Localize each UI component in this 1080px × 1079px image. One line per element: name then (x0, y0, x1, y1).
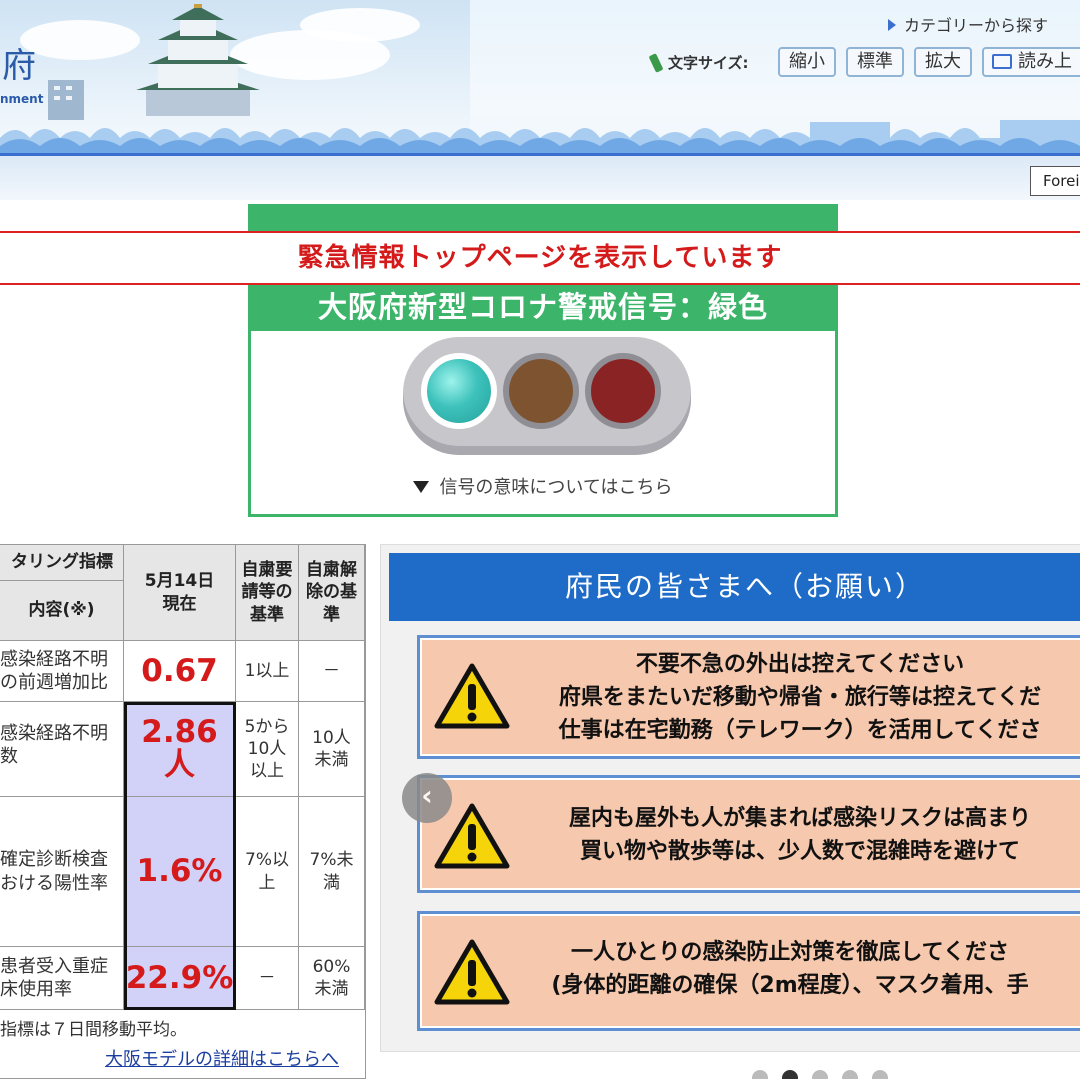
request-line: 仕事は在宅勤務（テレワーク）を活用してくださ (558, 718, 1042, 743)
row-release: 60% 未満 (299, 947, 365, 1010)
building-illustration (48, 80, 84, 120)
read-aloud-button[interactable]: 読み上 (982, 47, 1080, 77)
header-date: 5月14日 現在 (124, 545, 236, 641)
osaka-model-detail-link[interactable]: 大阪モデルの詳細はこちらへ (105, 1045, 339, 1071)
row-value-text: 0.67 (141, 652, 218, 689)
corona-signal-panel: 大阪府新型コロナ警戒信号：緑色 信号の意味についてはこちら (248, 285, 838, 517)
header-content: 内容(※) (0, 581, 124, 641)
signal-top-bar (248, 204, 838, 232)
request-line: (身体的距離の確保（2m程度）、マスク着用、手 (551, 973, 1029, 998)
carousel-dot[interactable] (812, 1070, 828, 1079)
osaka-castle-illustration (136, 4, 260, 116)
request-card: 不要不急の外出は控えてください 府県をまたいだ移動や帰省・旅行等は控えてくだ 仕… (417, 635, 1080, 759)
read-aloud-label: 読み上 (1018, 51, 1072, 72)
citizen-request-carousel: 府民の皆さまへ（お願い） 不要不急の外出は控えてください 府県をまたいだ移動や帰… (380, 544, 1080, 1052)
request-line: 買い物や散歩等は、少人数で混雑時を避けて (579, 839, 1020, 864)
font-size-label: 文字サイズ: (648, 52, 749, 73)
triangle-down-icon (413, 481, 430, 493)
red-lamp (585, 353, 661, 429)
category-search-label: カテゴリーから探す (904, 16, 1049, 35)
monitor-icon (992, 54, 1012, 69)
row-request: 1以上 (236, 641, 299, 702)
emergency-banner-text: 緊急情報トップページを表示しています (297, 243, 783, 273)
cloud (20, 20, 140, 60)
traffic-light-icon (403, 337, 691, 455)
carousel-dot[interactable] (842, 1070, 858, 1079)
request-line: 府県をまたいだ移動や帰省・旅行等は控えてくだ (558, 685, 1042, 710)
row-release: － (299, 641, 365, 702)
request-title: 府民の皆さまへ（お願い） (389, 553, 1080, 621)
signal-meaning-link[interactable]: 信号の意味についてはこちら (251, 473, 835, 499)
header-bottom-band (0, 156, 1080, 200)
row-content: 患者受入重症 床使用率 (0, 947, 124, 1010)
font-shrink-button[interactable]: 縮小 (778, 47, 836, 77)
row-request: 5から 10人 以上 (236, 702, 299, 797)
row-content: 感染経路不明 数 (0, 702, 124, 797)
font-enlarge-button[interactable]: 拡大 (914, 47, 972, 77)
request-card: 屋内も屋外も人が集まれば感染リスクは高まり 買い物や散歩等は、少人数で混雑時を避… (417, 775, 1080, 893)
request-card-text: 屋内も屋外も人が集まれば感染リスクは高まり 買い物や散歩等は、少人数で混雑時を避… (520, 802, 1080, 868)
monitoring-indicator-table: タリング指標 内容(※) 5月14日 現在 自粛要 請等の 基準 自粛解 除の基… (0, 544, 366, 1079)
row-content: 感染経路不明 の前週増加比 (0, 641, 124, 702)
pen-icon (648, 53, 664, 73)
request-line: 不要不急の外出は控えてください (635, 652, 965, 677)
site-logo[interactable]: 府 (2, 38, 37, 87)
site-logo-subtitle: nment (0, 92, 44, 106)
row-request: － (236, 947, 299, 1010)
request-card-text: 不要不急の外出は控えてください 府県をまたいだ移動や帰省・旅行等は控えてくだ 仕… (520, 648, 1080, 747)
row-content: 確定診断検査 おける陽性率 (0, 797, 124, 947)
request-line: 屋内も屋外も人が集まれば感染リスクは高まり (568, 806, 1031, 831)
play-arrow-icon (888, 19, 896, 31)
green-lamp (421, 353, 497, 429)
signal-title: 大阪府新型コロナ警戒信号：緑色 (251, 285, 835, 331)
cloud (300, 8, 420, 42)
header-request-criteria: 自粛要 請等の 基準 (236, 545, 299, 641)
signal-meaning-label: 信号の意味についてはこちら (439, 477, 673, 498)
header-indicator: タリング指標 (0, 545, 124, 581)
font-standard-button[interactable]: 標準 (846, 47, 904, 77)
warning-icon (434, 939, 510, 1005)
request-card: 一人ひとりの感染防止対策を徹底してくださ (身体的距離の確保（2m程度）、マスク… (417, 911, 1080, 1031)
tree-skyline-illustration (0, 120, 1080, 154)
carousel-prev-button[interactable]: ‹ (402, 773, 452, 823)
request-card-text: 一人ひとりの感染防止対策を徹底してくださ (身体的距離の確保（2m程度）、マスク… (510, 936, 1080, 1002)
carousel-dot[interactable] (752, 1070, 768, 1079)
warning-icon (434, 663, 510, 729)
row-release: 10人 未満 (299, 702, 365, 797)
request-line: 一人ひとりの感染防止対策を徹底してくださ (570, 940, 1010, 965)
carousel-dot[interactable] (872, 1070, 888, 1079)
carousel-dot[interactable] (782, 1070, 798, 1079)
category-search-link[interactable]: カテゴリーから探す (888, 12, 1048, 36)
font-size-text: 文字サイズ: (668, 54, 749, 72)
row-value: 0.67 (124, 641, 236, 702)
row-release: 7%未 満 (299, 797, 365, 947)
site-header: 府 nment カテゴリーから探す 文字サイズ: 縮小 標準 拡大 読み上 Fo… (0, 0, 1080, 200)
page: 府 nment カテゴリーから探す 文字サイズ: 縮小 標準 拡大 読み上 Fo… (0, 0, 1080, 1079)
foreign-language-button[interactable]: Forei (1030, 166, 1080, 196)
header-release-criteria: 自粛解 除の基 準 (299, 545, 365, 641)
yellow-lamp (503, 353, 579, 429)
highlight-frame (124, 702, 236, 1010)
table-note: 指標は７日間移動平均。 (0, 1020, 187, 1040)
emergency-banner: 緊急情報トップページを表示しています (0, 231, 1080, 285)
row-request: 7%以 上 (236, 797, 299, 947)
